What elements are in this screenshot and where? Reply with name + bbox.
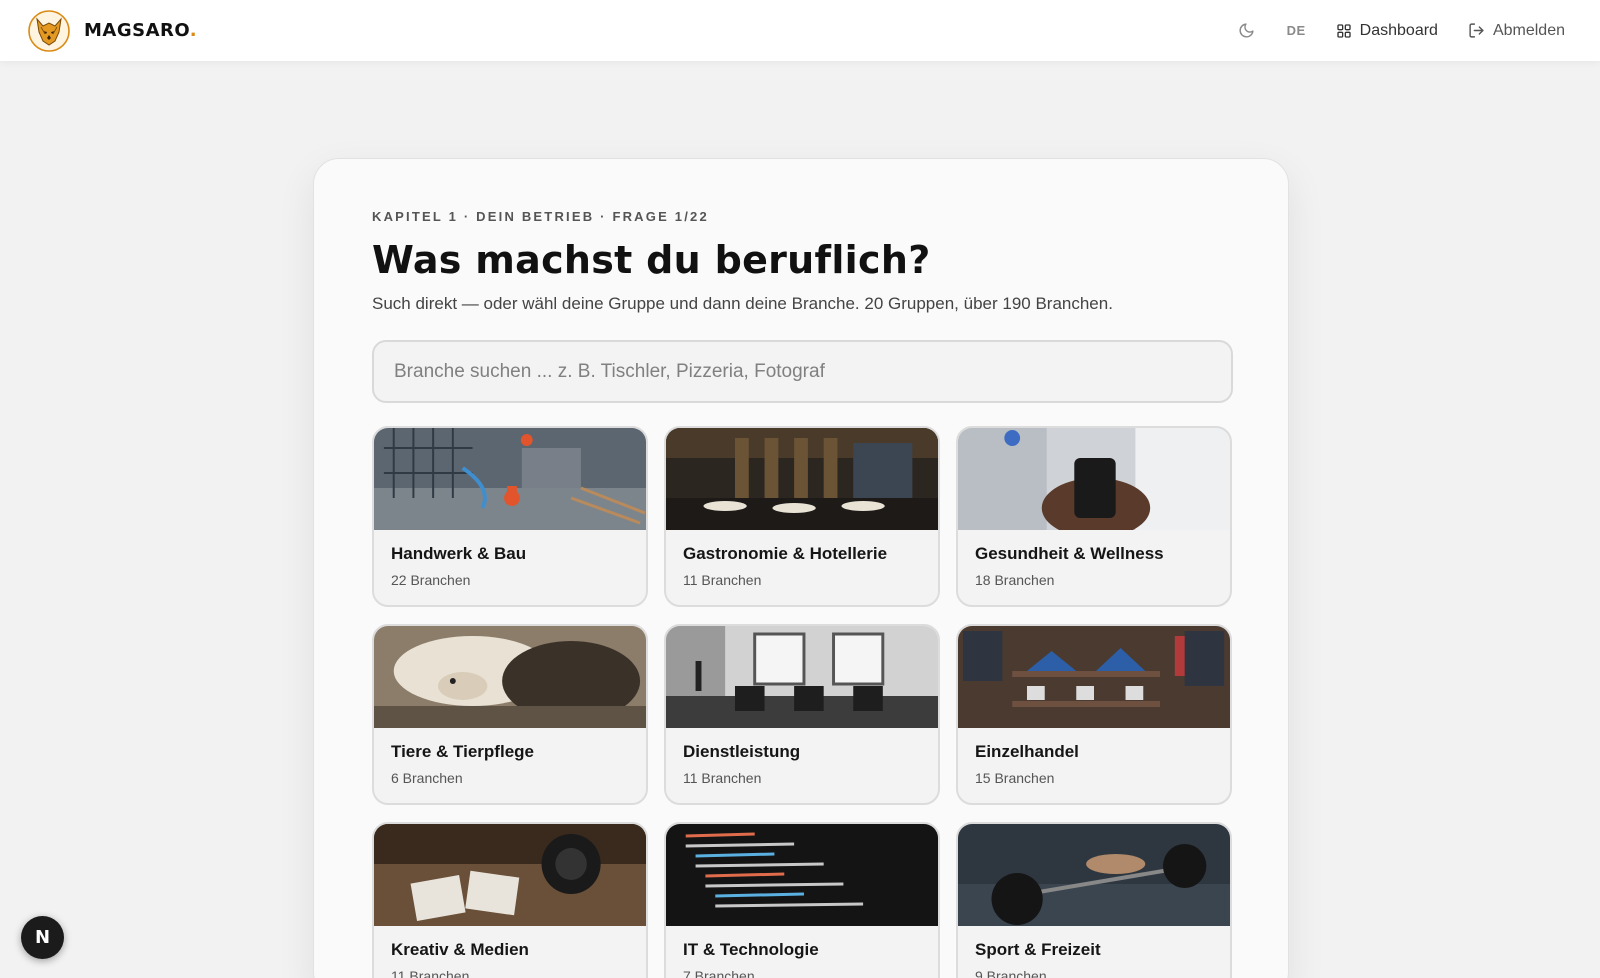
- camera-photos-photo: [374, 824, 646, 926]
- group-tile-kreativ-medien[interactable]: Kreativ & Medien 11 Branchen: [372, 822, 648, 978]
- doctor-phone-photo: [958, 428, 1230, 530]
- group-count: 9 Branchen: [975, 968, 1047, 978]
- group-name: Kreativ & Medien: [391, 940, 529, 959]
- moon-icon[interactable]: [1237, 21, 1257, 41]
- group-tile-it-technologie[interactable]: IT & Technologie 7 Branchen: [664, 822, 940, 978]
- question-title: Was machst du beruflich?: [372, 238, 931, 282]
- gym-barbell-photo: [958, 824, 1230, 926]
- group-count: 11 Branchen: [683, 770, 762, 786]
- group-name: Handwerk & Bau: [391, 544, 527, 563]
- grid-icon: [1337, 23, 1351, 38]
- language-switch[interactable]: DE: [1287, 23, 1306, 38]
- top-navigation-bar: MAGSARO. DE Dashboard Abmelden: [0, 0, 1600, 61]
- group-count: 11 Branchen: [683, 572, 762, 588]
- clothing-store-photo: [958, 626, 1230, 728]
- question-subtitle: Such direkt — oder wähl deine Gruppe und…: [372, 294, 1113, 313]
- group-count: 6 Branchen: [391, 770, 463, 786]
- wolf-logo-icon: [28, 9, 70, 52]
- logout-icon: [1469, 23, 1484, 38]
- logout-label: Abmelden: [1492, 21, 1565, 39]
- construction-site-photo: [374, 428, 646, 530]
- question-progress: KAPITEL 1 · DEIN BETRIEB · FRAGE 1/22: [372, 209, 709, 224]
- group-name: Gastronomie & Hotellerie: [683, 544, 888, 563]
- group-count: 22 Branchen: [391, 572, 471, 588]
- question-card: KAPITEL 1 · DEIN BETRIEB · FRAGE 1/22 Wa…: [313, 158, 1289, 978]
- group-tile-gastronomie-hotellerie[interactable]: Gastronomie & Hotellerie 11 Branchen: [664, 426, 940, 607]
- group-name: Einzelhandel: [975, 742, 1079, 761]
- group-count: 11 Branchen: [391, 968, 470, 978]
- group-grid: Handwerk & Bau 22 Branchen Gastronomie &…: [372, 426, 1232, 978]
- group-name: Tiere & Tierpflege: [391, 742, 534, 761]
- group-tile-gesundheit-wellness[interactable]: Gesundheit & Wellness 18 Branchen: [956, 426, 1232, 607]
- dashboard-link[interactable]: Dashboard: [1336, 22, 1438, 40]
- group-tile-einzelhandel[interactable]: Einzelhandel 15 Branchen: [956, 624, 1232, 805]
- group-tile-sport-freizeit[interactable]: Sport & Freizeit 9 Branchen: [956, 822, 1232, 978]
- code-screen-photo: [666, 824, 938, 926]
- salon-interior-photo: [666, 626, 938, 728]
- group-name: Dienstleistung: [683, 742, 801, 761]
- group-tile-handwerk-bau[interactable]: Handwerk & Bau 22 Branchen: [372, 426, 648, 607]
- logout-link[interactable]: Abmelden: [1468, 22, 1565, 40]
- group-count: 7 Branchen: [683, 968, 755, 978]
- dev-tools-badge[interactable]: N: [21, 916, 64, 959]
- group-count: 15 Branchen: [975, 770, 1055, 786]
- dashboard-label: Dashboard: [1359, 21, 1438, 39]
- group-count: 18 Branchen: [975, 572, 1055, 588]
- group-name: IT & Technologie: [683, 940, 819, 959]
- group-name: Gesundheit & Wellness: [975, 544, 1164, 563]
- cat-dog-photo: [374, 626, 646, 728]
- header-nav: DE Dashboard Abmelden: [1237, 21, 1565, 41]
- brand[interactable]: MAGSARO.: [28, 9, 198, 52]
- group-tile-dienstleistung[interactable]: Dienstleistung 11 Branchen: [664, 624, 940, 805]
- group-name: Sport & Freizeit: [975, 940, 1101, 959]
- brand-name: MAGSARO.: [84, 20, 198, 41]
- restaurant-interior-photo: [666, 428, 938, 530]
- group-tile-tiere-tierpflege[interactable]: Tiere & Tierpflege 6 Branchen: [372, 624, 648, 805]
- branch-search-input[interactable]: [372, 340, 1233, 403]
